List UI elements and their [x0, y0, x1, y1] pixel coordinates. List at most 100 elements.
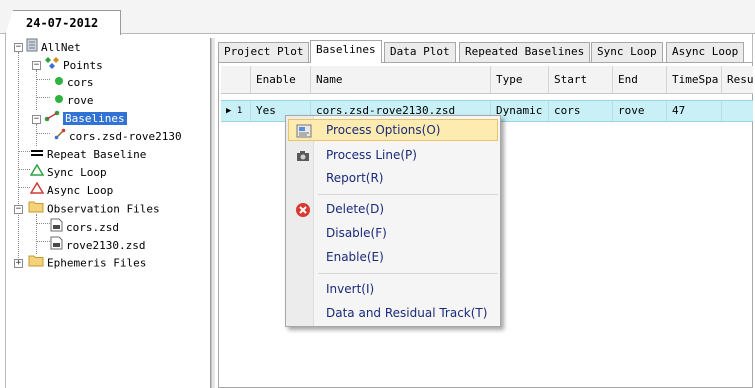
column-header[interactable]: TimeSpa	[667, 66, 722, 94]
tree-node-point[interactable]: rove	[54, 92, 94, 110]
points-icon	[44, 56, 60, 76]
tree-guide	[36, 241, 50, 242]
row-pointer-icon: ▶	[226, 106, 232, 116]
tree-guide	[18, 187, 30, 188]
tree-node-label: AllNet	[41, 41, 81, 54]
collapse-toggle[interactable]: −	[14, 43, 23, 52]
menu-item-label: Disable(F)	[326, 226, 387, 240]
column-header[interactable]: Start	[549, 66, 613, 94]
tree-node-allnet[interactable]: AllNet	[26, 38, 81, 56]
network-icon	[26, 38, 38, 58]
menu-item-enable[interactable]: Enable(E)	[288, 246, 498, 268]
menu-separator	[318, 194, 498, 195]
menu-item-invert[interactable]: Invert(I)	[288, 278, 498, 300]
tree-node-label: rove2130.zsd	[66, 239, 146, 252]
menu-item-label: Delete(D)	[326, 202, 385, 216]
tree-guide	[36, 70, 37, 110]
tree-node-label: cors	[67, 76, 94, 89]
tree-node-baseline[interactable]: cors.zsd-rove2130	[54, 128, 182, 146]
tree-guide	[36, 214, 37, 254]
tree-node-points[interactable]: Points	[44, 56, 103, 74]
green-dot-icon	[54, 92, 64, 110]
folder-icon	[28, 254, 44, 273]
menu-item-disable[interactable]: Disable(F)	[288, 222, 498, 244]
row-number: ▶ 1	[221, 101, 251, 121]
project-tree[interactable]: − AllNet − Points cors rove − Baselines …	[8, 38, 211, 388]
settings-sheet-icon	[296, 124, 312, 138]
tree-node-label: Async Loop	[47, 184, 114, 197]
menu-item-label: Process Line(P)	[326, 148, 417, 162]
tree-guide	[36, 97, 50, 98]
tree-node-point[interactable]: cors	[54, 74, 94, 92]
column-header[interactable]: Resu	[722, 66, 753, 94]
column-header[interactable]: End	[613, 66, 667, 94]
menu-item-report[interactable]: Report(R)	[288, 167, 498, 189]
menu-item-process-options[interactable]: Process Options(O)	[288, 119, 498, 141]
tree-node-label: Points	[63, 59, 103, 72]
tree-node-label: Sync Loop	[47, 166, 107, 179]
tab-data-plot[interactable]: Data Plot	[384, 42, 456, 62]
menu-item-label: Data and Residual Track(T)	[326, 306, 488, 320]
context-menu: Process Options(O) Process Line(P) Repor…	[285, 115, 501, 327]
column-header[interactable]: Name	[311, 66, 491, 94]
tab-baselines[interactable]: Baselines	[310, 40, 382, 63]
sync-loop-icon	[29, 163, 45, 182]
tree-node-ephemeris-files[interactable]: Ephemeris Files	[28, 254, 146, 272]
menu-item-delete[interactable]: Delete(D)	[288, 198, 498, 220]
camera-icon	[295, 148, 311, 162]
menu-separator	[318, 273, 498, 274]
tree-node-observation-file[interactable]: rove2130.zsd	[50, 236, 145, 254]
menu-item-label: Report(R)	[326, 171, 384, 185]
repeat-baseline-icon	[30, 146, 44, 164]
file-icon	[50, 218, 63, 238]
tree-guide	[36, 79, 50, 80]
tree-node-label: Ephemeris Files	[47, 256, 147, 270]
row-number-value: 1	[236, 106, 243, 116]
cell-timespan[interactable]: 47	[667, 101, 722, 121]
menu-item-label: Invert(I)	[326, 282, 375, 296]
menu-item-process-line[interactable]: Process Line(P)	[288, 144, 498, 166]
delete-icon	[295, 202, 311, 217]
baseline-link-icon	[54, 128, 66, 146]
collapse-toggle[interactable]: −	[32, 115, 41, 124]
tree-node-observation-file[interactable]: cors.zsd	[50, 218, 119, 236]
collapse-toggle[interactable]: −	[32, 61, 41, 70]
cell-end[interactable]: rove	[613, 101, 667, 121]
menu-item-data-residual-track[interactable]: Data and Residual Track(T)	[288, 302, 498, 324]
tree-node-label: Observation Files	[47, 202, 160, 216]
async-loop-icon	[29, 181, 45, 200]
tab-async-loop[interactable]: Async Loop	[666, 42, 745, 62]
document-tab-strip: 24-07-2012	[0, 0, 755, 35]
menu-item-label: Process Options(O)	[326, 123, 441, 137]
tree-guide	[18, 52, 19, 262]
tree-guide	[18, 169, 30, 170]
column-header[interactable]: Type	[491, 66, 549, 94]
tab-sync-loop[interactable]: Sync Loop	[591, 42, 663, 62]
tree-node-label: cors.zsd	[66, 221, 119, 234]
file-icon	[50, 236, 63, 256]
pane-splitter[interactable]	[211, 38, 215, 388]
expand-toggle[interactable]: +	[14, 259, 23, 268]
tree-guide	[18, 151, 30, 152]
tree-node-label: Repeat Baseline	[47, 148, 147, 161]
tree-node-label: cors.zsd-rove2130	[69, 130, 182, 143]
cell-start[interactable]: cors	[549, 101, 613, 121]
tree-guide	[36, 124, 37, 146]
collapse-toggle[interactable]: −	[14, 205, 23, 214]
tree-node-label: Baselines	[63, 112, 127, 125]
column-header[interactable]: Enable	[251, 66, 311, 94]
date-tab[interactable]: 24-07-2012	[5, 10, 121, 35]
tab-repeated-baselines[interactable]: Repeated Baselines	[459, 42, 591, 62]
tree-node-async-loop[interactable]: Async Loop	[29, 181, 114, 200]
tree-node-baselines[interactable]: Baselines	[44, 110, 127, 128]
tab-project-plot[interactable]: Project Plot	[218, 42, 310, 62]
tree-node-label: rove	[67, 94, 94, 107]
tree-node-sync-loop[interactable]: Sync Loop	[29, 163, 107, 182]
view-tabs: Project Plot Baselines Data Plot Repeate…	[218, 40, 753, 63]
row-header-corner	[221, 66, 251, 94]
menu-item-label: Enable(E)	[326, 250, 384, 264]
baselines-icon	[44, 110, 60, 128]
tree-node-repeat-baseline[interactable]: Repeat Baseline	[30, 146, 146, 164]
tree-node-observation-files[interactable]: Observation Files	[28, 200, 160, 218]
cell-result[interactable]	[722, 101, 753, 121]
